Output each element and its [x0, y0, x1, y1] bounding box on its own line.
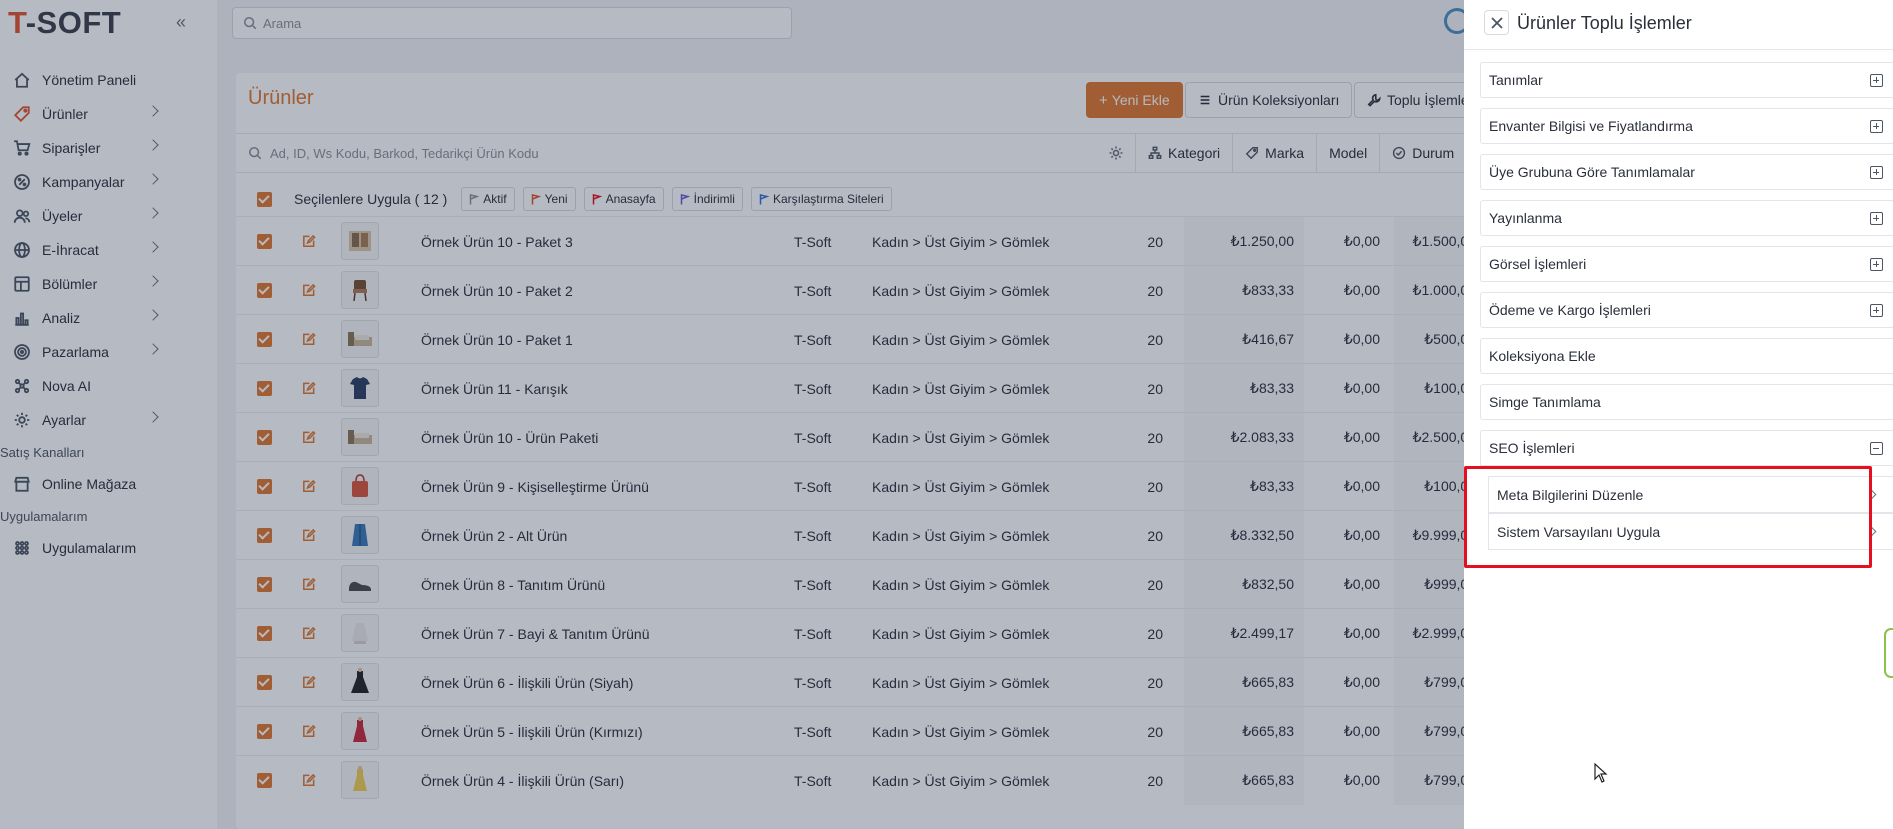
drawer-section-label: Ödeme ve Kargo İşlemleri [1489, 302, 1651, 318]
toast-edge [1884, 628, 1893, 678]
drawer-section-0[interactable]: Tanımlar [1480, 62, 1893, 98]
chevron-right-icon [1866, 489, 1877, 500]
drawer-section-label: Koleksiyona Ekle [1489, 348, 1596, 364]
drawer-section-4[interactable]: Görsel İşlemleri [1480, 246, 1893, 282]
chevron-right-icon [1866, 526, 1877, 537]
collapse-icon[interactable] [1870, 442, 1883, 455]
seo-action-label: Meta Bilgilerini Düzenle [1497, 486, 1644, 503]
drawer-section-label: Simge Tanımlama [1489, 394, 1601, 410]
drawer-section-label: Üye Grubuna Göre Tanımlamalar [1489, 164, 1695, 180]
drawer-section-label: Tanımlar [1489, 72, 1543, 88]
mouse-cursor-icon [1594, 763, 1608, 783]
drawer-section-label: SEO İşlemleri [1489, 440, 1575, 456]
drawer-title: Ürünler Toplu İşlemler [1517, 13, 1692, 33]
drawer-section-2[interactable]: Üye Grubuna Göre Tanımlamalar [1480, 154, 1893, 190]
drawer-section-8[interactable]: SEO İşlemleri [1480, 430, 1893, 466]
close-drawer-button[interactable] [1484, 10, 1509, 35]
drawer-section-label: Görsel İşlemleri [1489, 256, 1587, 272]
expand-icon[interactable] [1870, 304, 1883, 317]
expand-icon[interactable] [1870, 258, 1883, 271]
drawer-section-label: Yayınlanma [1489, 210, 1562, 226]
drawer-section-5[interactable]: Ödeme ve Kargo İşlemleri [1480, 292, 1893, 328]
drawer-section-3[interactable]: Yayınlanma [1480, 200, 1893, 236]
expand-icon[interactable] [1870, 166, 1883, 179]
expand-icon[interactable] [1870, 120, 1883, 133]
close-icon [1490, 16, 1503, 29]
expand-icon[interactable] [1870, 74, 1883, 87]
drawer-section-1[interactable]: Envanter Bilgisi ve Fiyatlandırma [1480, 108, 1893, 144]
seo-action-0[interactable]: Meta Bilgilerini Düzenle [1488, 476, 1893, 513]
drawer-section-7[interactable]: Simge Tanımlama [1480, 384, 1893, 420]
bulk-actions-drawer: Ürünler Toplu İşlemler Tanımlar Envanter … [1464, 0, 1893, 829]
expand-icon[interactable] [1870, 212, 1883, 225]
seo-action-label: Sistem Varsayılanı Uygula [1497, 523, 1661, 540]
modal-backdrop[interactable] [0, 0, 1464, 829]
drawer-section-6[interactable]: Koleksiyona Ekle [1480, 338, 1893, 374]
drawer-section-label: Envanter Bilgisi ve Fiyatlandırma [1489, 118, 1693, 134]
drawer-header: Ürünler Toplu İşlemler [1464, 0, 1893, 50]
seo-action-1[interactable]: Sistem Varsayılanı Uygula [1488, 513, 1893, 550]
